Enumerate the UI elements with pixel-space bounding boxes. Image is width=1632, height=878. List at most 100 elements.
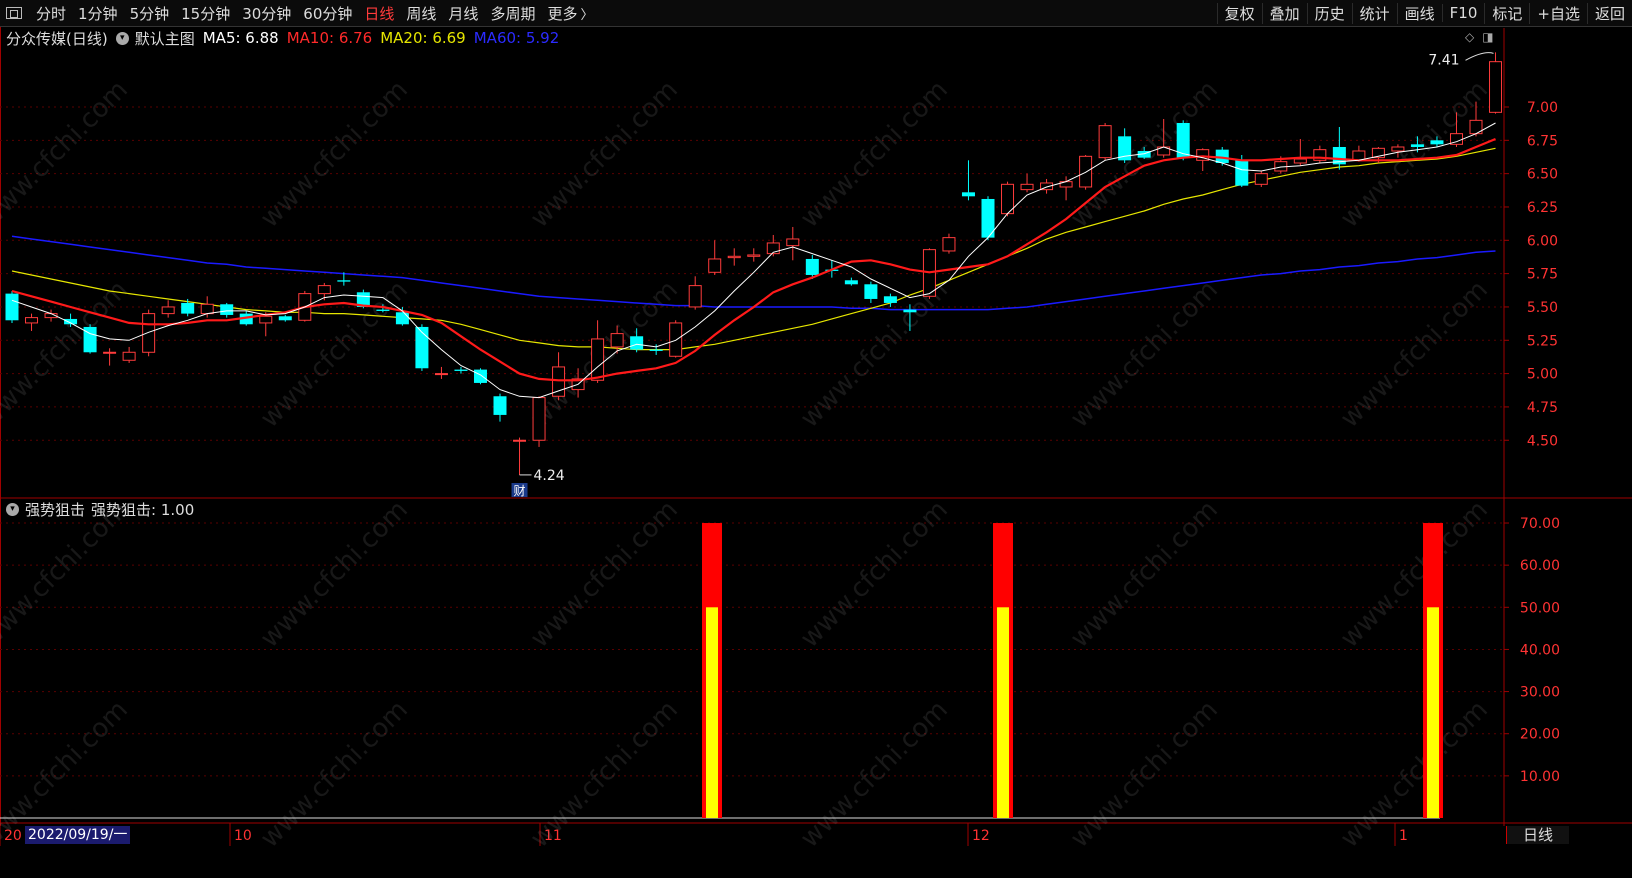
watermark-text: www.cfchi.com [525, 75, 684, 234]
candle-body [415, 326, 429, 369]
candle-body [903, 309, 917, 313]
price-tick-label: 4.75 [1527, 400, 1558, 416]
candle [1001, 181, 1015, 217]
watermark-text: www.cfchi.com [0, 275, 134, 434]
period-tab-0[interactable]: 分时 [30, 3, 72, 24]
tool-button-5[interactable]: F10 [1441, 4, 1485, 22]
top-toolbar: 分时 1分钟 5分钟 15分钟 30分钟 60分钟 日线 周线 月线 多周期 更多〉 复权 叠加 历史统… [0, 0, 1632, 27]
candle-body [5, 293, 19, 321]
month-label: 10 [234, 828, 252, 844]
window-icon[interactable] [6, 7, 22, 19]
period-tab-4[interactable]: 30分钟 [236, 3, 297, 24]
indicator-name[interactable]: 强势狙击 [25, 499, 85, 520]
diamond-icon[interactable]: ◇ [1465, 30, 1474, 44]
candle-body [376, 309, 390, 311]
candle [766, 234, 780, 257]
candle [669, 320, 683, 358]
panel-toggle-icon[interactable]: ◨ [1482, 30, 1493, 44]
candle-body [181, 302, 195, 314]
candle-body [786, 238, 800, 247]
candle [942, 233, 956, 254]
period-tab-9[interactable]: 多周期 [484, 3, 541, 24]
candle-body [25, 317, 39, 324]
watermark-text: www.cfchi.com [1065, 495, 1224, 654]
candle [844, 277, 858, 286]
candle-body [1020, 183, 1034, 191]
candle [747, 248, 761, 262]
candle [25, 313, 39, 331]
candle [981, 196, 995, 241]
tool-button-6[interactable]: 标记 [1484, 2, 1529, 24]
candle-body [161, 306, 175, 315]
tool-button-4[interactable]: 画线 [1396, 2, 1442, 24]
period-label: 日线 [1506, 826, 1569, 844]
chart-canvas[interactable]: 7.00 6.75 6.50 6.25 6.00 5.75 5.50 5.25 5.00 4.75… [0, 0, 1632, 878]
tool-button-3[interactable]: 统计 [1351, 2, 1397, 24]
candle [688, 276, 702, 310]
candle [278, 314, 292, 322]
candle-body [513, 439, 527, 442]
ma10-value: MA10: 6.76 [286, 29, 373, 47]
price-tick-label: 5.75 [1527, 267, 1558, 283]
tool-button-2[interactable]: 历史 [1306, 2, 1352, 24]
candle [591, 320, 605, 383]
candle-body [747, 254, 761, 257]
indicator-tick-label: 30.00 [1520, 685, 1560, 701]
candle [922, 248, 936, 299]
price-tick-label: 5.25 [1527, 333, 1558, 349]
candle-body [1098, 125, 1112, 159]
candle-body [1254, 173, 1268, 185]
watermark-text: www.cfchi.com [525, 275, 684, 434]
month-label: 1 [1399, 828, 1408, 844]
period-tab-3[interactable]: 15分钟 [175, 3, 236, 24]
date-cursor-badge: 2022/09/19/一 [25, 826, 131, 844]
candle [1293, 138, 1307, 166]
candle-body [337, 280, 351, 282]
candle-body [142, 313, 156, 353]
candle-body [688, 285, 702, 308]
period-tab-1[interactable]: 1分钟 [72, 3, 124, 24]
candle [415, 324, 429, 371]
watermark-text: www.cfchi.com [1335, 495, 1494, 654]
candle-body [473, 369, 487, 383]
price-tick-label: 7.00 [1527, 100, 1558, 116]
template-name[interactable]: 默认主图 [135, 28, 195, 49]
watermark-text: www.cfchi.com [525, 495, 684, 654]
candle-body [591, 338, 605, 381]
candle-body [1430, 140, 1444, 145]
indicator-value: 强势狙击: 1.00 [91, 500, 195, 519]
indicator-dropdown-icon[interactable]: ▾ [6, 502, 19, 516]
panel-corner-controls: ◇ ◨ [1465, 30, 1494, 44]
candle-body [434, 373, 448, 376]
indicator-tick-label: 70.00 [1520, 516, 1560, 532]
ma5-value: MA5: 6.88 [202, 29, 279, 47]
period-tab-10[interactable]: 更多〉 [541, 3, 599, 24]
tool-button-7[interactable]: +自选 [1529, 2, 1587, 24]
dropdown-circle-icon[interactable]: ▾ [115, 31, 129, 45]
watermark-text: www.cfchi.com [795, 75, 954, 234]
period-tab-2[interactable]: 5分钟 [124, 3, 176, 24]
candle-body [395, 312, 409, 325]
candle-body [1391, 146, 1405, 152]
candle-body [317, 285, 331, 295]
period-tab-5[interactable]: 60分钟 [297, 3, 358, 24]
candle [1020, 173, 1034, 193]
ma60-value: MA60: 5.92 [473, 29, 560, 47]
watermark-text: www.cfchi.com [525, 695, 684, 854]
candle [786, 226, 800, 261]
tool-button-8[interactable]: 返回 [1586, 2, 1632, 24]
candle [83, 324, 97, 354]
chevron-right-icon: 〉 [580, 7, 594, 23]
period-tab-7[interactable]: 周线 [400, 3, 442, 24]
candle-body [805, 258, 819, 275]
period-tab-8[interactable]: 月线 [442, 3, 484, 24]
watermark-text: www.cfchi.com [0, 75, 134, 234]
candle-body [532, 397, 546, 441]
candle [864, 281, 878, 303]
tool-button-0[interactable]: 复权 [1216, 2, 1262, 24]
watermark-text: www.cfchi.com [255, 495, 414, 654]
price-tick-label: 6.00 [1527, 233, 1558, 249]
tool-button-1[interactable]: 叠加 [1261, 2, 1307, 24]
period-tab-6[interactable]: 日线 [358, 3, 400, 24]
candle-body [1079, 155, 1093, 188]
